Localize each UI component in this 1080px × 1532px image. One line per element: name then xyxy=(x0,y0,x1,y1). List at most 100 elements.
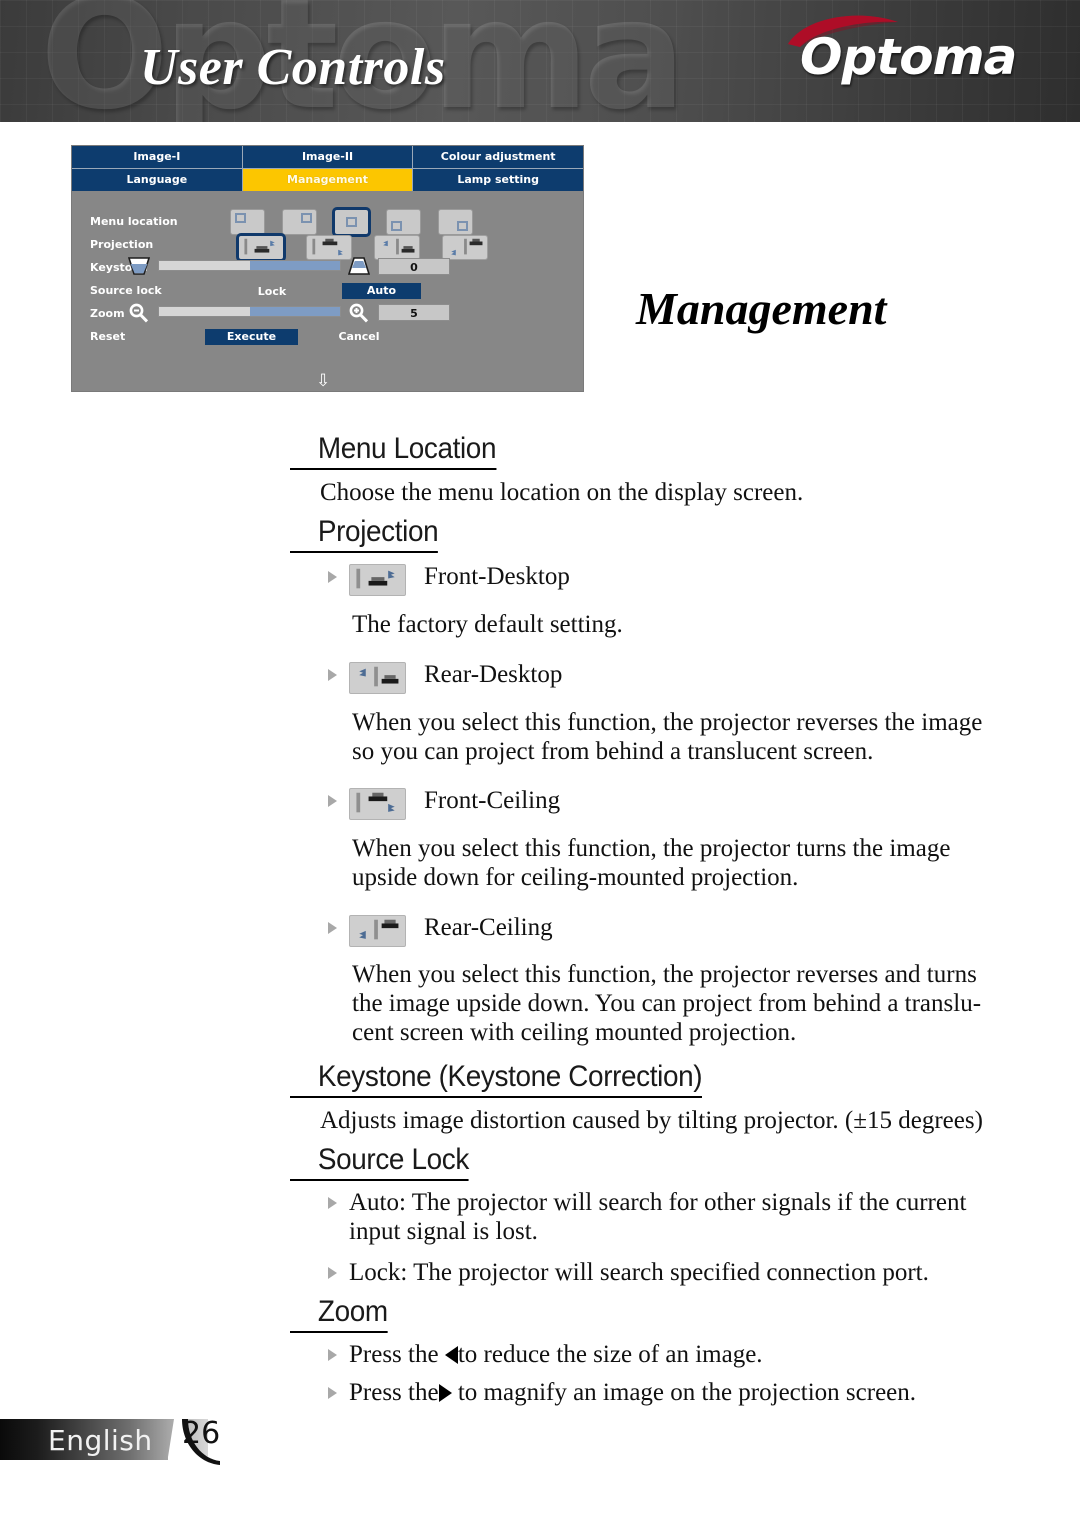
keystone-slider[interactable] xyxy=(158,260,341,271)
left-arrow-icon xyxy=(444,1346,458,1364)
triangle-bullet-icon xyxy=(328,669,337,681)
text-rear-desktop: When you select this function, the proje… xyxy=(352,709,983,765)
front-desktop-icon xyxy=(349,564,406,596)
triangle-bullet-icon xyxy=(328,571,337,583)
projection-item-front-ceiling: Front-Ceiling xyxy=(328,786,560,820)
rear-ceiling-icon xyxy=(349,915,406,947)
osd-label-source-lock: Source lock xyxy=(90,284,162,297)
osd-tab-row-1: Image-I Image-II Colour adjustment xyxy=(72,146,584,168)
osd-label-reset: Reset xyxy=(90,330,126,343)
osd-tab-colour-adjustment[interactable]: Colour adjustment xyxy=(413,146,584,168)
zoom-reduce-text: Press the to reduce the size of an image… xyxy=(349,1340,763,1369)
osd-projection-option-rear-desktop[interactable] xyxy=(374,235,420,260)
zoom-slider-fill xyxy=(249,307,340,316)
keystone-slider-fill xyxy=(249,261,340,270)
reset-execute-button[interactable]: Execute xyxy=(205,329,298,345)
osd-menu-location-option-bottom-left[interactable] xyxy=(386,209,421,235)
triangle-bullet-icon xyxy=(328,922,337,934)
osd-label-projection: Projection xyxy=(90,238,154,251)
menu-location-indicator xyxy=(301,213,312,223)
rear-desktop-icon xyxy=(383,238,415,255)
keystone-wide-icon xyxy=(348,257,370,275)
osd-tab-image-ii[interactable]: Image-II xyxy=(242,146,414,168)
triangle-bullet-icon xyxy=(328,795,337,807)
front-ceiling-glyph xyxy=(356,792,395,813)
front-desktop-icon xyxy=(244,238,275,255)
reset-cancel-button[interactable]: Cancel xyxy=(324,329,394,345)
osd-tab-language[interactable]: Language xyxy=(72,169,243,191)
zoom-value: 5 xyxy=(378,304,450,321)
label-front-desktop: Front-Desktop xyxy=(424,563,570,590)
management-section-title: Management xyxy=(636,283,887,334)
triangle-bullet-icon xyxy=(328,1349,337,1361)
osd-menu-location-option-top-right[interactable] xyxy=(282,209,317,235)
osd-menu-screenshot: Image-I Image-II Colour adjustment Langu… xyxy=(71,145,584,392)
osd-menu-location-option-center[interactable] xyxy=(332,207,371,237)
footer-page-number: 26 xyxy=(182,1416,221,1451)
zoom-slider[interactable] xyxy=(158,306,341,317)
osd-menu-location-option-top-left[interactable] xyxy=(230,209,265,235)
osd-scroll-down-icon[interactable]: ⇩ xyxy=(316,373,330,390)
keystone-narrow-icon xyxy=(128,257,150,275)
zoom-reduce-pre: Press the xyxy=(349,1341,445,1368)
osd-label-zoom: Zoom xyxy=(90,307,125,320)
page-header-banner: Optoma User Controls Optoma xyxy=(0,0,1080,122)
heading-zoom: Zoom xyxy=(290,1295,388,1333)
projection-item-rear-desktop: Rear-Desktop xyxy=(328,660,562,694)
rear-ceiling-glyph xyxy=(359,919,399,940)
source-lock-option-lock[interactable]: Lock xyxy=(240,284,304,300)
heading-projection: Projection xyxy=(290,515,439,553)
front-desktop-glyph xyxy=(356,568,395,589)
zoom-bullet-reduce: Press the to reduce the size of an image… xyxy=(328,1340,763,1369)
text-front-desktop: The factory default setting. xyxy=(352,611,623,638)
zoom-magnify-text: Press the to magnify an image on the pro… xyxy=(349,1378,916,1407)
projection-item-rear-ceiling: Rear-Ceiling xyxy=(328,913,553,947)
osd-tab-management[interactable]: Management xyxy=(242,169,414,191)
zoom-magnify-pre: Press the xyxy=(349,1379,439,1406)
text-source-lock-lock: Lock: The projector will search specifie… xyxy=(349,1259,929,1286)
osd-tab-row-2: Language Management Lamp setting xyxy=(72,168,584,191)
heading-source-lock: Source Lock xyxy=(290,1143,469,1181)
page-title: User Controls xyxy=(140,39,446,96)
triangle-bullet-icon xyxy=(328,1197,337,1209)
heading-menu-location: Menu Location xyxy=(290,432,496,470)
menu-location-indicator xyxy=(457,221,468,231)
triangle-bullet-icon xyxy=(328,1267,337,1279)
front-ceiling-icon xyxy=(312,238,343,256)
triangle-bullet-icon xyxy=(328,1387,337,1399)
heading-keystone: Keystone (Keystone Correction) xyxy=(290,1060,703,1098)
footer-language-label: English xyxy=(48,1424,153,1457)
zoom-in-icon xyxy=(349,303,369,323)
text-rear-ceiling: When you select this function, the proje… xyxy=(352,961,982,1046)
zoom-reduce-post: to reduce the size of an image. xyxy=(457,1341,763,1368)
menu-location-indicator xyxy=(235,213,246,223)
source-lock-bullet-lock: Lock: The projector will search specifie… xyxy=(328,1258,929,1287)
menu-location-indicator xyxy=(346,217,357,227)
front-ceiling-icon xyxy=(349,788,406,820)
text-front-ceiling: When you select this function, the proje… xyxy=(352,835,951,891)
osd-tab-lamp-setting[interactable]: Lamp setting xyxy=(413,169,584,191)
osd-projection-option-front-desktop[interactable] xyxy=(236,233,286,262)
rear-desktop-glyph xyxy=(359,666,399,687)
text-menu-location: Choose the menu location on the display … xyxy=(320,479,804,506)
keystone-value: 0 xyxy=(378,258,450,275)
osd-projection-option-rear-ceiling[interactable] xyxy=(442,235,488,260)
optoma-logo-text: Optoma xyxy=(800,28,1017,86)
zoom-magnify-post: to magnify an image on the projection sc… xyxy=(451,1379,917,1406)
source-lock-option-auto[interactable]: Auto xyxy=(342,283,421,299)
optoma-logo: Optoma xyxy=(784,12,1034,90)
rear-desktop-icon xyxy=(349,662,406,694)
osd-projection-option-front-ceiling[interactable] xyxy=(306,235,352,260)
projection-item-front-desktop: Front-Desktop xyxy=(328,562,570,596)
zoom-bullet-magnify: Press the to magnify an image on the pro… xyxy=(328,1378,916,1407)
label-rear-ceiling: Rear-Ceiling xyxy=(424,914,553,941)
osd-menu-location-option-bottom-right[interactable] xyxy=(438,209,473,235)
menu-location-indicator xyxy=(391,221,402,231)
osd-menu-location-selector[interactable] xyxy=(230,207,473,237)
osd-label-menu-location: Menu location xyxy=(90,215,178,228)
right-arrow-icon xyxy=(438,1384,452,1402)
rear-ceiling-icon xyxy=(451,238,483,256)
label-front-ceiling: Front-Ceiling xyxy=(424,787,561,814)
osd-tab-image-i[interactable]: Image-I xyxy=(72,146,243,168)
label-rear-desktop: Rear-Desktop xyxy=(424,661,563,688)
